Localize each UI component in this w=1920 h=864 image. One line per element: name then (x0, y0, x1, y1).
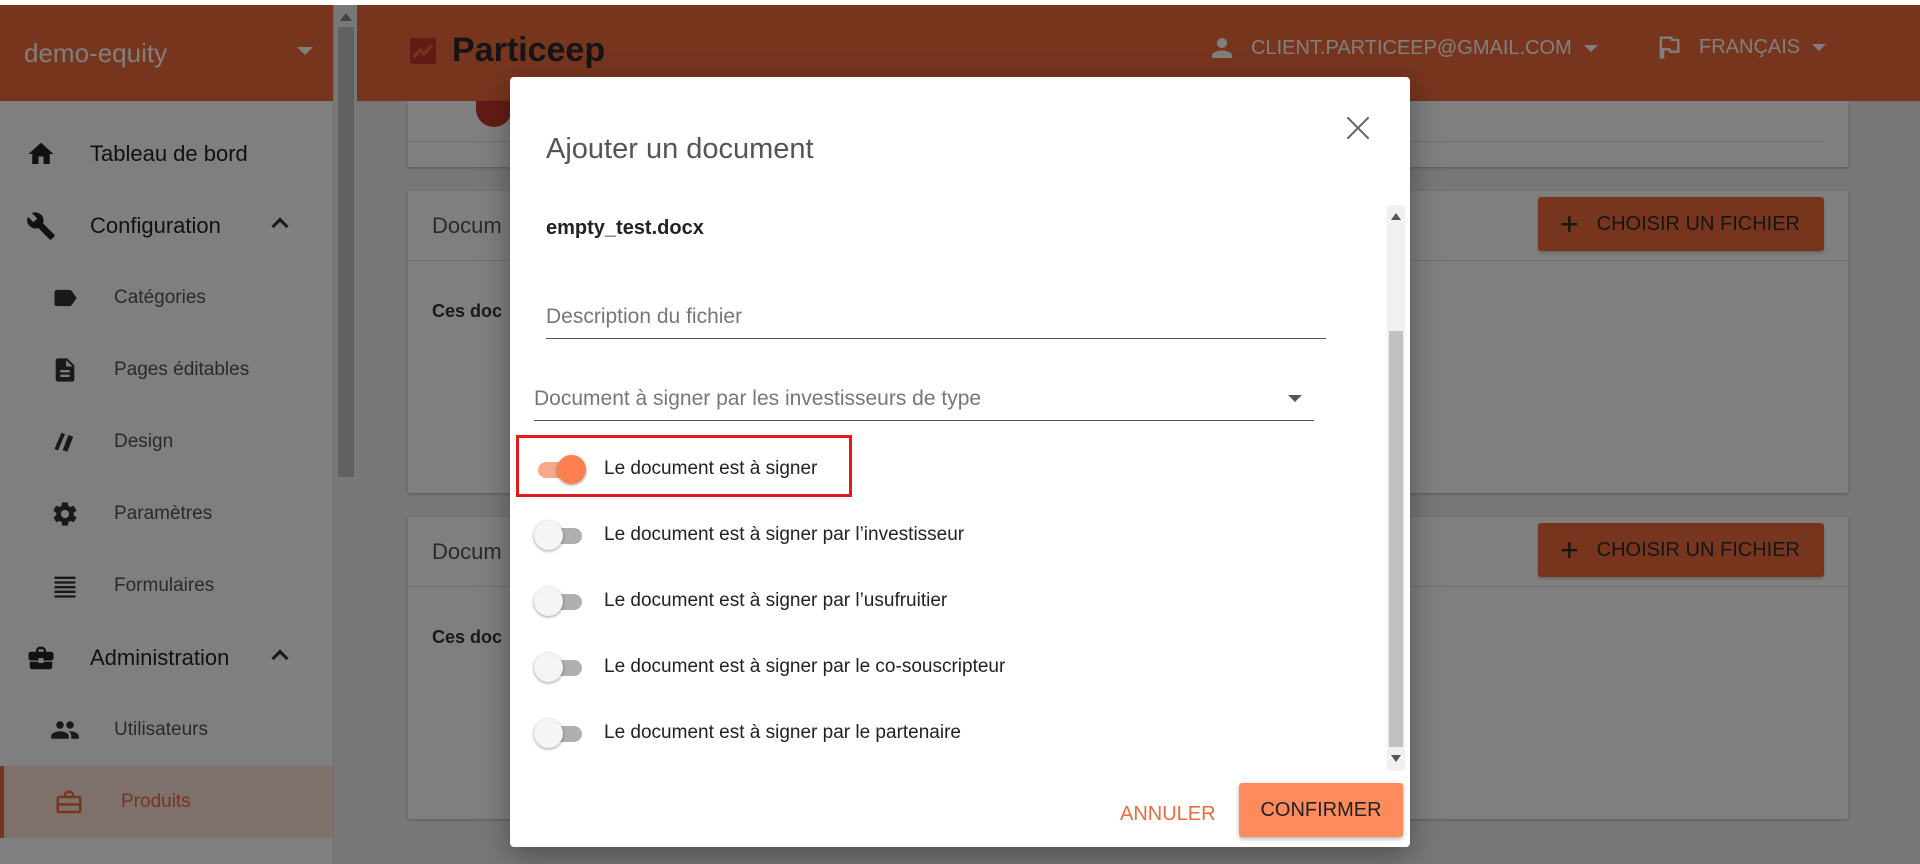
toggle-row-investor[interactable]: Le document est à signer par l’investiss… (534, 515, 1354, 555)
add-document-dialog: Ajouter un document empty_test.docx Docu… (510, 77, 1410, 847)
switch-knob (534, 653, 563, 682)
scroll-up-icon[interactable] (1391, 213, 1401, 220)
dialog-title: Ajouter un document (546, 133, 814, 165)
toggle-switch[interactable] (534, 587, 586, 616)
toggle-label: Le document est à signer par le partenai… (604, 722, 961, 743)
switch-knob (557, 455, 586, 484)
toggle-switch[interactable] (534, 521, 586, 550)
switch-knob (534, 719, 563, 748)
description-field[interactable] (546, 295, 1326, 339)
toggle-switch[interactable] (534, 719, 586, 748)
toggle-row-to-sign[interactable]: Le document est à signer (516, 435, 1354, 497)
toggle-label: Le document est à signer par l’investiss… (604, 524, 965, 545)
description-input[interactable] (546, 295, 1326, 338)
toggle-row-usufructuary[interactable]: Le document est à signer par l’usufruiti… (534, 581, 1354, 621)
toggle-row-co-subscriber[interactable]: Le document est à signer par le co-sousc… (534, 647, 1354, 687)
signer-type-select[interactable]: Document à signer par les investisseurs … (534, 377, 1314, 421)
toggle-label: Le document est à signer par l’usufruiti… (604, 590, 948, 611)
toggle-row-partner[interactable]: Le document est à signer par le partenai… (534, 713, 1354, 753)
cancel-button[interactable]: ANNULER (1110, 789, 1226, 839)
switch-knob (534, 521, 563, 550)
toggle-label: Le document est à signer (604, 458, 818, 479)
toggle-switch[interactable] (534, 653, 586, 682)
toggle-label: Le document est à signer par le co-sousc… (604, 656, 1006, 677)
switch-knob (534, 587, 563, 616)
toggle-switch[interactable] (534, 455, 586, 484)
close-icon[interactable] (1340, 111, 1376, 147)
file-name: empty_test.docx (546, 217, 704, 239)
dialog-scrollbar[interactable] (1387, 205, 1405, 771)
confirm-button[interactable]: CONFIRMER (1239, 783, 1403, 837)
chevron-down-icon (1288, 395, 1302, 402)
signer-type-placeholder: Document à signer par les investisseurs … (534, 386, 982, 410)
scroll-down-icon[interactable] (1391, 755, 1401, 762)
dialog-body: empty_test.docx Document à signer par le… (510, 205, 1410, 771)
dialog-scroll-thumb[interactable] (1389, 331, 1403, 747)
